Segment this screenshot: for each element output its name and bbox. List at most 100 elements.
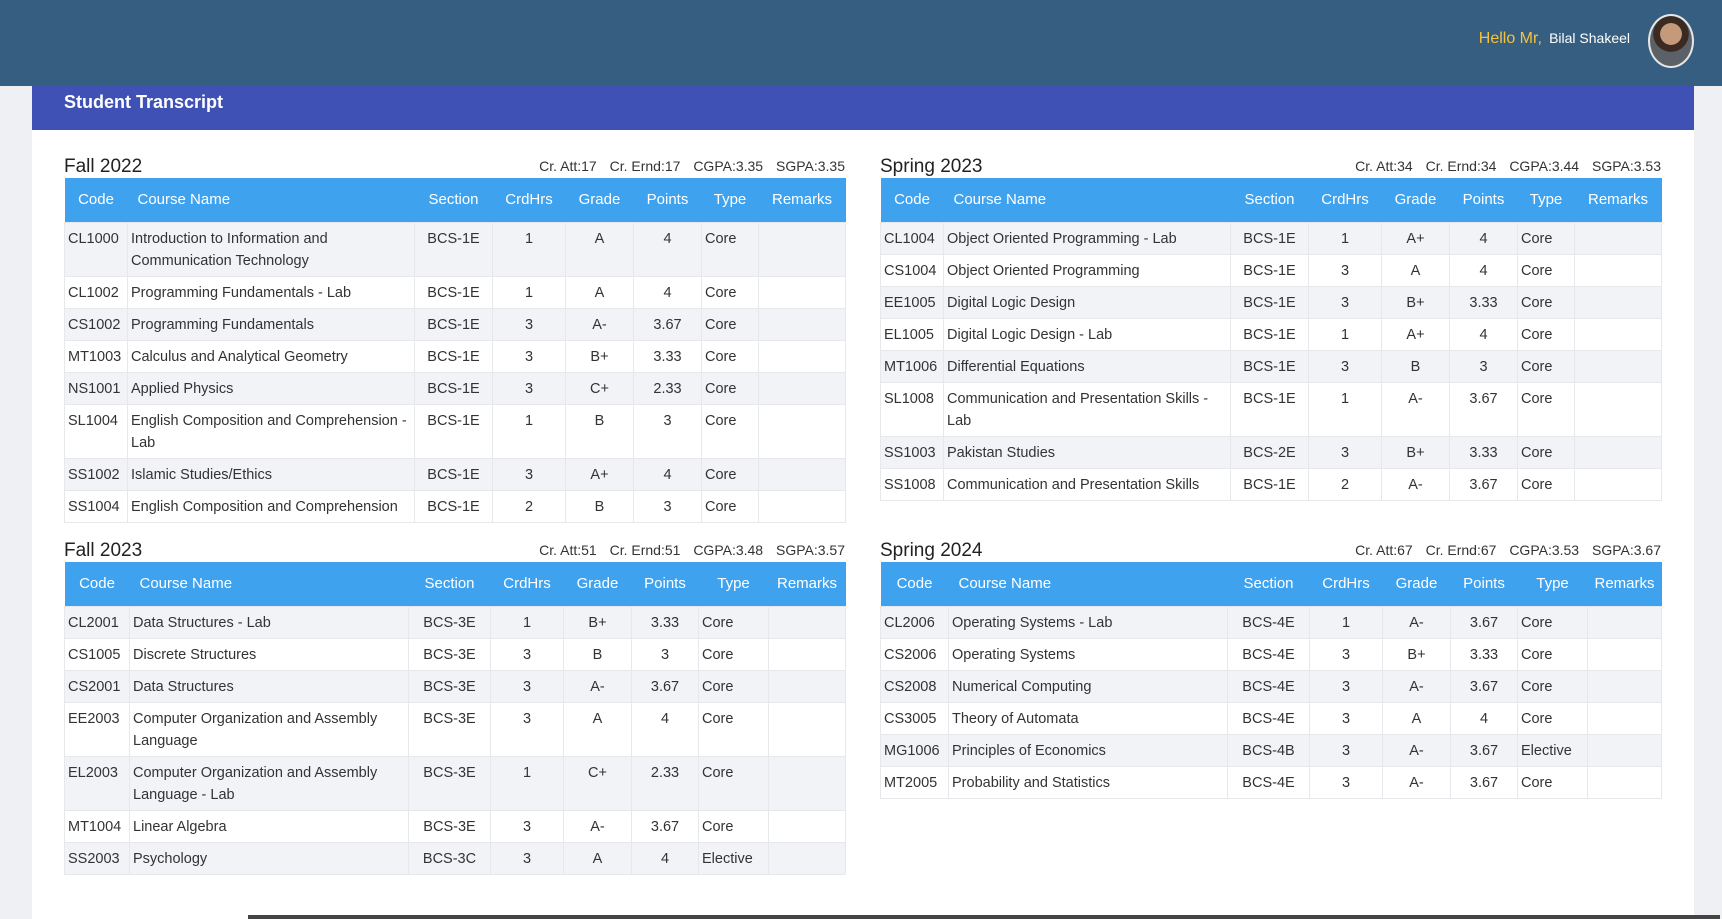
cell-grade: A- <box>565 307 634 341</box>
cell-type: Core <box>701 307 759 341</box>
cell-code: CS3005 <box>880 701 949 735</box>
cell-section: BCS-1E <box>1230 221 1309 255</box>
column-header-type[interactable]: Type <box>701 178 759 222</box>
cell-course-name: Programming Fundamentals <box>127 307 415 341</box>
transcript-table: Code Course Name Section CrdHrs Grade Points T… <box>64 178 846 523</box>
cell-section: BCS-4E <box>1227 669 1310 703</box>
column-header-code[interactable]: Code <box>880 178 944 222</box>
term-section: Spring 2023 Cr. Att:34 Cr. Ernd:34 CGPA:… <box>880 144 1662 501</box>
horizontal-scrollbar[interactable] <box>248 915 1720 919</box>
cell-remarks <box>758 403 846 459</box>
term-title: Spring 2023 <box>880 156 983 177</box>
cell-code: CL1002 <box>64 275 128 309</box>
column-header-crdhrs[interactable]: CrdHrs <box>492 178 566 222</box>
column-header-section[interactable]: Section <box>408 562 491 606</box>
column-header-course-name[interactable]: Course Name <box>129 562 409 606</box>
column-header-type[interactable]: Type <box>698 562 769 606</box>
column-header-remarks[interactable]: Remarks <box>758 178 846 222</box>
column-header-type[interactable]: Type <box>1517 178 1575 222</box>
cell-section: BCS-1E <box>1230 349 1309 383</box>
column-header-grade[interactable]: Grade <box>565 178 634 222</box>
column-header-course-name[interactable]: Course Name <box>127 178 415 222</box>
cell-points: 3.67 <box>1450 605 1518 639</box>
cell-points: 4 <box>1450 701 1518 735</box>
column-header-type[interactable]: Type <box>1517 562 1588 606</box>
column-header-points[interactable]: Points <box>631 562 699 606</box>
cell-crdhrs: 3 <box>1309 637 1383 671</box>
table-row: CL2001 Data Structures - Lab BCS-3E 1 B+ 3.33… <box>64 605 846 639</box>
cell-code: EL2003 <box>64 755 130 811</box>
cell-code: SS1004 <box>64 489 128 523</box>
cell-section: BCS-3E <box>408 637 491 671</box>
table-row: MG1006 Principles of Economics BCS-4B 3 A- 3.… <box>880 733 1662 767</box>
cell-type: Elective <box>1517 733 1588 767</box>
credits-attempted: Cr. Att:67 <box>1355 542 1413 558</box>
column-header-code[interactable]: Code <box>64 178 128 222</box>
column-header-section[interactable]: Section <box>1227 562 1310 606</box>
cell-course-name: Computer Organization and Assembly Langu… <box>129 755 409 811</box>
cell-remarks <box>1587 637 1662 671</box>
column-header-course-name[interactable]: Course Name <box>948 562 1228 606</box>
cell-points: 4 <box>631 841 699 875</box>
cell-code: EE1005 <box>880 285 944 319</box>
cell-type: Core <box>698 669 769 703</box>
cell-crdhrs: 1 <box>1308 317 1382 351</box>
column-header-grade[interactable]: Grade <box>1381 178 1450 222</box>
cell-section: BCS-1E <box>1230 253 1309 287</box>
column-header-grade[interactable]: Grade <box>1382 562 1451 606</box>
cell-code: CS1005 <box>64 637 130 671</box>
cell-section: BCS-1E <box>414 307 493 341</box>
column-header-crdhrs[interactable]: CrdHrs <box>1309 562 1383 606</box>
column-header-crdhrs[interactable]: CrdHrs <box>1308 178 1382 222</box>
table-row: SS1008 Communication and Presentation Ski… <box>880 467 1662 501</box>
column-header-points[interactable]: Points <box>1449 178 1518 222</box>
cell-remarks <box>1574 467 1662 501</box>
term-title: Spring 2024 <box>880 540 983 561</box>
cell-course-name: Numerical Computing <box>948 669 1228 703</box>
column-header-code[interactable]: Code <box>880 562 949 606</box>
column-header-section[interactable]: Section <box>1230 178 1309 222</box>
cell-crdhrs: 1 <box>492 403 566 459</box>
avatar[interactable] <box>1648 14 1694 68</box>
cell-type: Core <box>1517 285 1575 319</box>
cell-points: 3.67 <box>633 307 702 341</box>
cell-course-name: Differential Equations <box>943 349 1231 383</box>
column-header-remarks[interactable]: Remarks <box>1574 178 1662 222</box>
cell-crdhrs: 2 <box>492 489 566 523</box>
cell-code: CS1002 <box>64 307 128 341</box>
cell-code: CL2006 <box>880 605 949 639</box>
cell-section: BCS-1E <box>414 403 493 459</box>
cell-remarks <box>768 809 846 843</box>
cell-points: 3.67 <box>1449 467 1518 501</box>
cell-crdhrs: 3 <box>492 457 566 491</box>
credits-earned: Cr. Ernd:67 <box>1425 542 1497 558</box>
cell-type: Core <box>698 605 769 639</box>
cell-section: BCS-4E <box>1227 605 1310 639</box>
cell-type: Core <box>698 809 769 843</box>
cell-grade: B+ <box>565 339 634 373</box>
cell-crdhrs: 3 <box>490 701 564 757</box>
cell-crdhrs: 1 <box>490 755 564 811</box>
cell-section: BCS-3E <box>408 701 491 757</box>
cgpa: CGPA:3.35 <box>693 158 764 174</box>
column-header-remarks[interactable]: Remarks <box>768 562 846 606</box>
column-header-crdhrs[interactable]: CrdHrs <box>490 562 564 606</box>
cell-section: BCS-1E <box>1230 381 1309 437</box>
term-header: Fall 2022 Cr. Att:17 Cr. Ernd:17 CGPA:3.… <box>64 144 845 178</box>
column-header-code[interactable]: Code <box>64 562 130 606</box>
cell-points: 4 <box>633 457 702 491</box>
cell-crdhrs: 3 <box>1309 733 1383 767</box>
sgpa: SGPA:3.53 <box>1591 158 1661 174</box>
column-header-points[interactable]: Points <box>633 178 702 222</box>
cell-code: CS1004 <box>880 253 944 287</box>
column-header-section[interactable]: Section <box>414 178 493 222</box>
table-row: CS1002 Programming Fundamentals BCS-1E 3 A- 3… <box>64 307 846 341</box>
column-header-course-name[interactable]: Course Name <box>943 178 1231 222</box>
cell-points: 3.33 <box>631 605 699 639</box>
column-header-remarks[interactable]: Remarks <box>1587 562 1662 606</box>
cell-remarks <box>1574 349 1662 383</box>
column-header-grade[interactable]: Grade <box>563 562 632 606</box>
cell-points: 3.67 <box>1450 733 1518 767</box>
cell-grade: A+ <box>1381 221 1450 255</box>
column-header-points[interactable]: Points <box>1450 562 1518 606</box>
